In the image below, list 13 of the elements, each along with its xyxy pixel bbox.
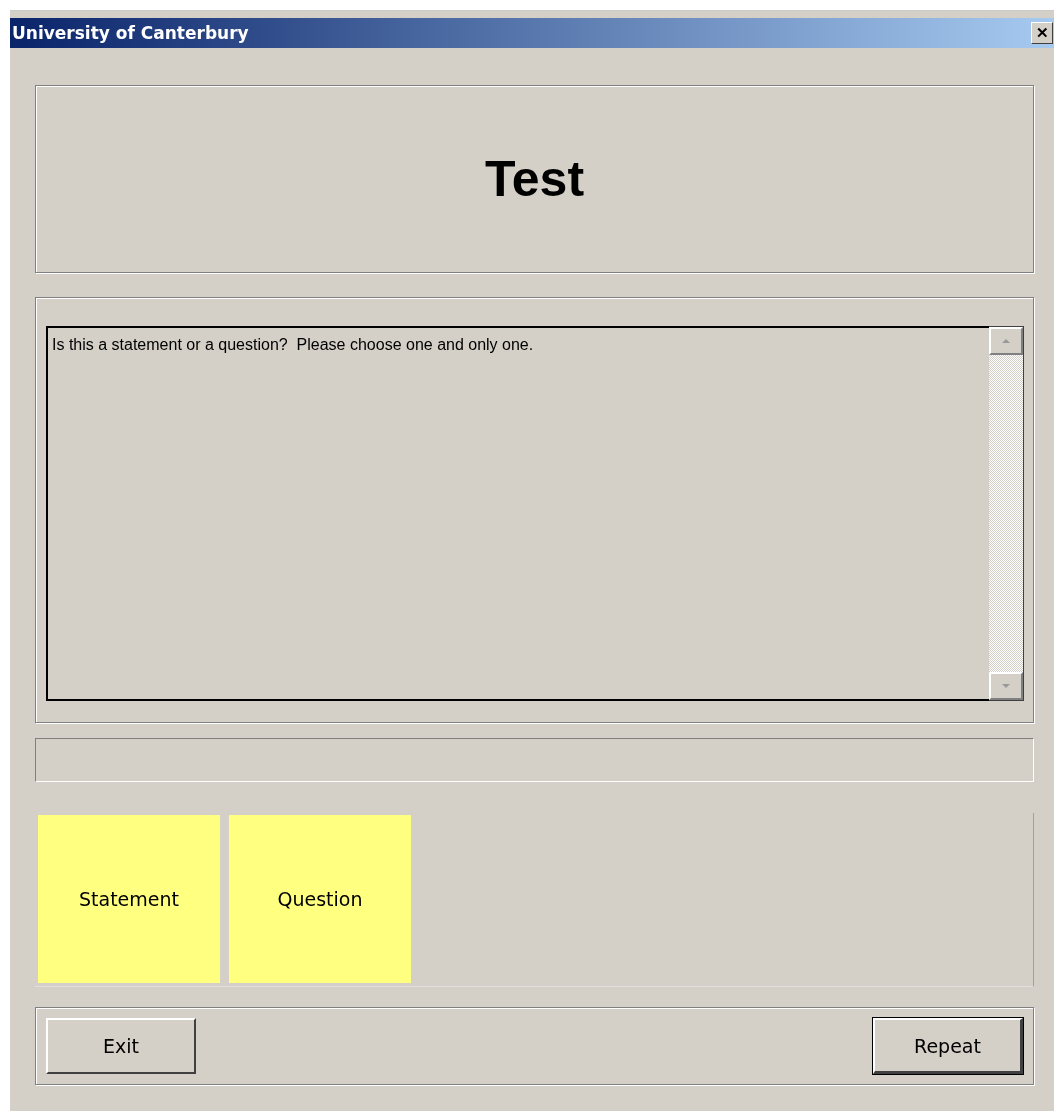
answer-button[interactable]: Question xyxy=(229,815,411,983)
prompt-text: Is this a statement or a question? Please choose one and only one. xyxy=(52,336,534,353)
scrollbar[interactable] xyxy=(989,326,1024,701)
close-button[interactable]: ✕ xyxy=(1031,22,1053,44)
scroll-down-button[interactable] xyxy=(989,672,1023,700)
window-title: University of Canterbury xyxy=(11,23,249,43)
scroll-up-button[interactable] xyxy=(989,327,1023,355)
dialog-button[interactable]: Exit xyxy=(46,1018,196,1074)
up-arrow-icon xyxy=(1000,337,1012,345)
dialog-button[interactable]: Repeat xyxy=(873,1018,1023,1074)
heading-text: Test xyxy=(484,150,585,208)
answer-button[interactable]: Statement xyxy=(38,815,220,983)
down-arrow-icon xyxy=(1000,682,1012,690)
